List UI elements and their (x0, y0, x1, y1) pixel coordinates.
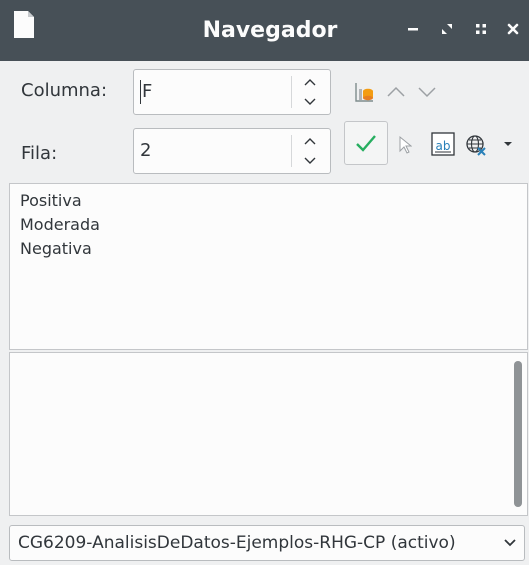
title-bar: Navegador (0, 0, 529, 61)
globe-icon (466, 135, 486, 156)
scrollbar[interactable] (514, 361, 522, 507)
next-button[interactable] (414, 80, 440, 104)
text-content-button[interactable]: ab (428, 129, 458, 159)
chevron-down-icon (418, 87, 436, 98)
select-pointer-button[interactable] (394, 133, 416, 157)
document-icon (14, 11, 34, 38)
row-label: Fila: (21, 143, 58, 164)
chevron-up-icon (304, 79, 316, 86)
chevron-up-icon (387, 86, 405, 97)
previous-button[interactable] (383, 80, 409, 104)
row-decrement-button[interactable] (296, 151, 324, 171)
text-box-icon: ab (431, 132, 455, 156)
close-button[interactable] (502, 18, 524, 40)
list-item[interactable]: Moderada (20, 214, 100, 236)
scenario-list[interactable]: Positiva Moderada Negativa (9, 183, 528, 350)
close-icon (507, 23, 519, 35)
checkmark-icon (356, 135, 376, 152)
more-options-dropdown[interactable] (500, 136, 516, 152)
list-item[interactable]: Positiva (20, 190, 82, 212)
list-item[interactable]: Negativa (20, 238, 92, 260)
column-increment-button[interactable] (296, 72, 324, 92)
data-range-icon (355, 83, 373, 102)
text-cursor (140, 80, 141, 104)
internet-button[interactable] (462, 131, 490, 159)
chevron-up-icon (304, 138, 316, 145)
document-selector-toggle[interactable] (500, 533, 520, 553)
navigator-tree[interactable] (9, 352, 528, 516)
svg-text:ab: ab (436, 139, 451, 153)
row-increment-button[interactable] (296, 131, 324, 151)
grid-icon (476, 24, 486, 34)
toggle-checkmark-button[interactable] (344, 121, 388, 165)
chevron-down-icon (304, 157, 316, 164)
pointer-icon (399, 135, 412, 154)
minimize-button[interactable] (402, 18, 424, 40)
chevron-down-icon (304, 98, 316, 105)
maximize-icon (442, 24, 452, 34)
keep-above-button[interactable] (470, 18, 492, 40)
column-spinbox[interactable]: F (133, 69, 331, 115)
dropdown-arrow-icon (504, 142, 512, 146)
chevron-down-icon (504, 539, 516, 547)
row-value: 2 (140, 140, 152, 161)
window-title: Navegador (202, 18, 338, 43)
document-selector[interactable]: CG6209-AnalisisDeDatos-Ejemplos-RHG-CP (… (9, 525, 525, 561)
column-value: F (142, 81, 153, 102)
maximize-button[interactable] (436, 18, 458, 40)
column-label: Columna: (21, 80, 108, 101)
document-selector-value: CG6209-AnalisisDeDatos-Ejemplos-RHG-CP (… (18, 533, 456, 553)
scrollbar-thumb[interactable] (514, 361, 522, 507)
data-range-button[interactable] (350, 80, 378, 104)
minimize-icon (408, 28, 418, 31)
column-decrement-button[interactable] (296, 92, 324, 112)
row-spinbox[interactable]: 2 (133, 128, 331, 174)
